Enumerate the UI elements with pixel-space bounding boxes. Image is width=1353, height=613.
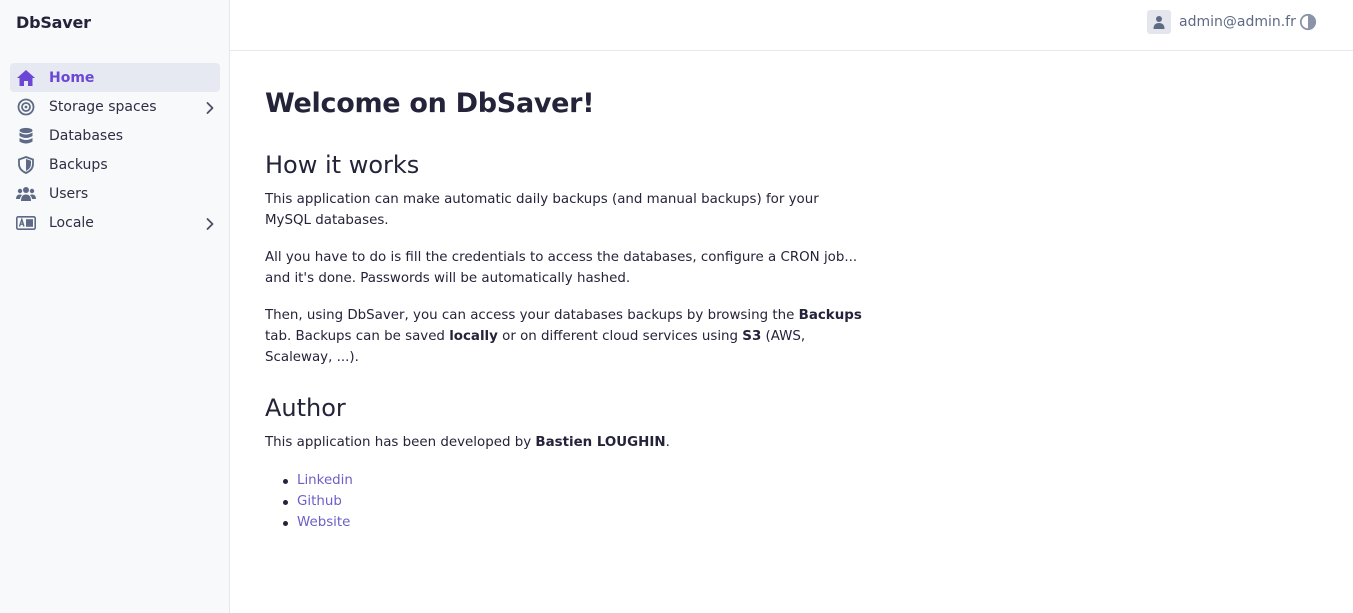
user-email[interactable]: admin@admin.fr bbox=[1179, 14, 1296, 30]
github-link[interactable]: Github bbox=[297, 494, 342, 509]
page-title: Welcome on DbSaver! bbox=[265, 88, 595, 119]
database-icon bbox=[16, 126, 36, 146]
sidebar-item-locale[interactable]: Locale bbox=[10, 208, 220, 237]
sidebar-item-label: Home bbox=[49, 69, 95, 86]
app-title: DbSaver bbox=[16, 13, 91, 32]
list-item: Website bbox=[265, 512, 353, 533]
linkedin-link[interactable]: Linkedin bbox=[297, 473, 353, 488]
paragraph-backups: Then, using DbSaver, you can access your… bbox=[265, 308, 862, 365]
section-heading-author: Author bbox=[265, 394, 346, 422]
section-heading-how-it-works: How it works bbox=[265, 151, 420, 179]
chevron-right-icon bbox=[204, 216, 216, 230]
sidebar-nav: Home Storage spaces Databases Backups Us… bbox=[10, 63, 220, 237]
list-item: Github bbox=[265, 491, 353, 512]
sidebar: DbSaver Home Storage spaces Databases Ba… bbox=[0, 0, 230, 613]
sidebar-item-label: Databases bbox=[49, 127, 124, 144]
paragraph-intro: This application can make automatic dail… bbox=[265, 192, 819, 228]
storage-icon bbox=[16, 97, 36, 117]
home-icon bbox=[16, 68, 36, 88]
sidebar-item-label: Locale bbox=[49, 214, 94, 231]
paragraph-credentials: All you have to do is fill the credentia… bbox=[265, 250, 858, 286]
sidebar-item-backups[interactable]: Backups bbox=[10, 150, 220, 179]
sidebar-item-databases[interactable]: Databases bbox=[10, 121, 220, 150]
paragraph-author: This application has been developed by B… bbox=[265, 435, 670, 450]
list-item: Linkedin bbox=[265, 470, 353, 491]
sidebar-item-label: Users bbox=[49, 185, 89, 202]
author-links: Linkedin Github Website bbox=[265, 470, 353, 533]
top-bar: admin@admin.fr bbox=[230, 0, 1353, 51]
sidebar-item-users[interactable]: Users bbox=[10, 179, 220, 208]
users-icon bbox=[16, 184, 36, 204]
sidebar-item-home[interactable]: Home bbox=[10, 63, 220, 92]
website-link[interactable]: Website bbox=[297, 515, 350, 530]
locale-icon bbox=[16, 213, 36, 233]
chevron-right-icon bbox=[204, 100, 216, 114]
sidebar-item-label: Backups bbox=[49, 156, 108, 173]
sidebar-item-label: Storage spaces bbox=[49, 98, 157, 115]
sidebar-item-storage-spaces[interactable]: Storage spaces bbox=[10, 92, 220, 121]
theme-toggle-icon[interactable] bbox=[1299, 13, 1317, 31]
shield-icon bbox=[16, 155, 36, 175]
user-icon[interactable] bbox=[1147, 10, 1171, 34]
